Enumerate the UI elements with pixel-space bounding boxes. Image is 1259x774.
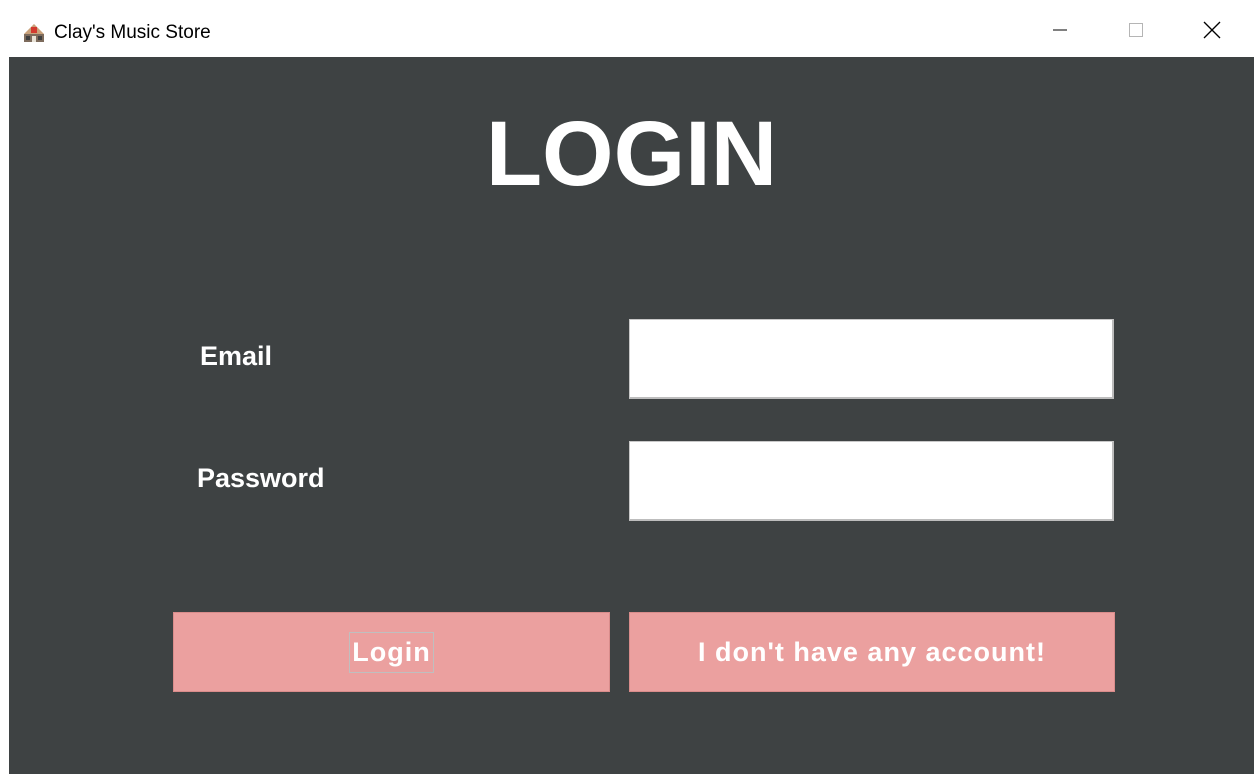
password-field[interactable]: [629, 441, 1114, 521]
title-bar[interactable]: Clay's Music Store: [9, 0, 1254, 57]
login-panel: LOGIN Email Password Login I don't have …: [9, 57, 1254, 774]
login-button[interactable]: Login: [173, 612, 610, 692]
email-label: Email: [200, 341, 273, 371]
no-account-button-label: I don't have any account!: [698, 636, 1046, 667]
email-field[interactable]: [629, 319, 1114, 399]
minimize-icon: [1052, 22, 1068, 43]
login-button-label: Login: [349, 631, 434, 673]
app-window: Clay's Music Store LOGIN Email Password …: [9, 0, 1254, 774]
window-title: Clay's Music Store: [54, 22, 211, 43]
minimize-button[interactable]: [1037, 12, 1083, 52]
maximize-icon: [1128, 22, 1144, 43]
password-label: Password: [197, 463, 325, 493]
close-button[interactable]: [1189, 12, 1235, 52]
page-title: LOGIN: [485, 103, 778, 205]
maximize-button[interactable]: [1113, 12, 1159, 52]
no-account-button[interactable]: I don't have any account!: [629, 612, 1115, 692]
close-icon: [1203, 21, 1221, 44]
music-store-icon: [23, 22, 45, 44]
